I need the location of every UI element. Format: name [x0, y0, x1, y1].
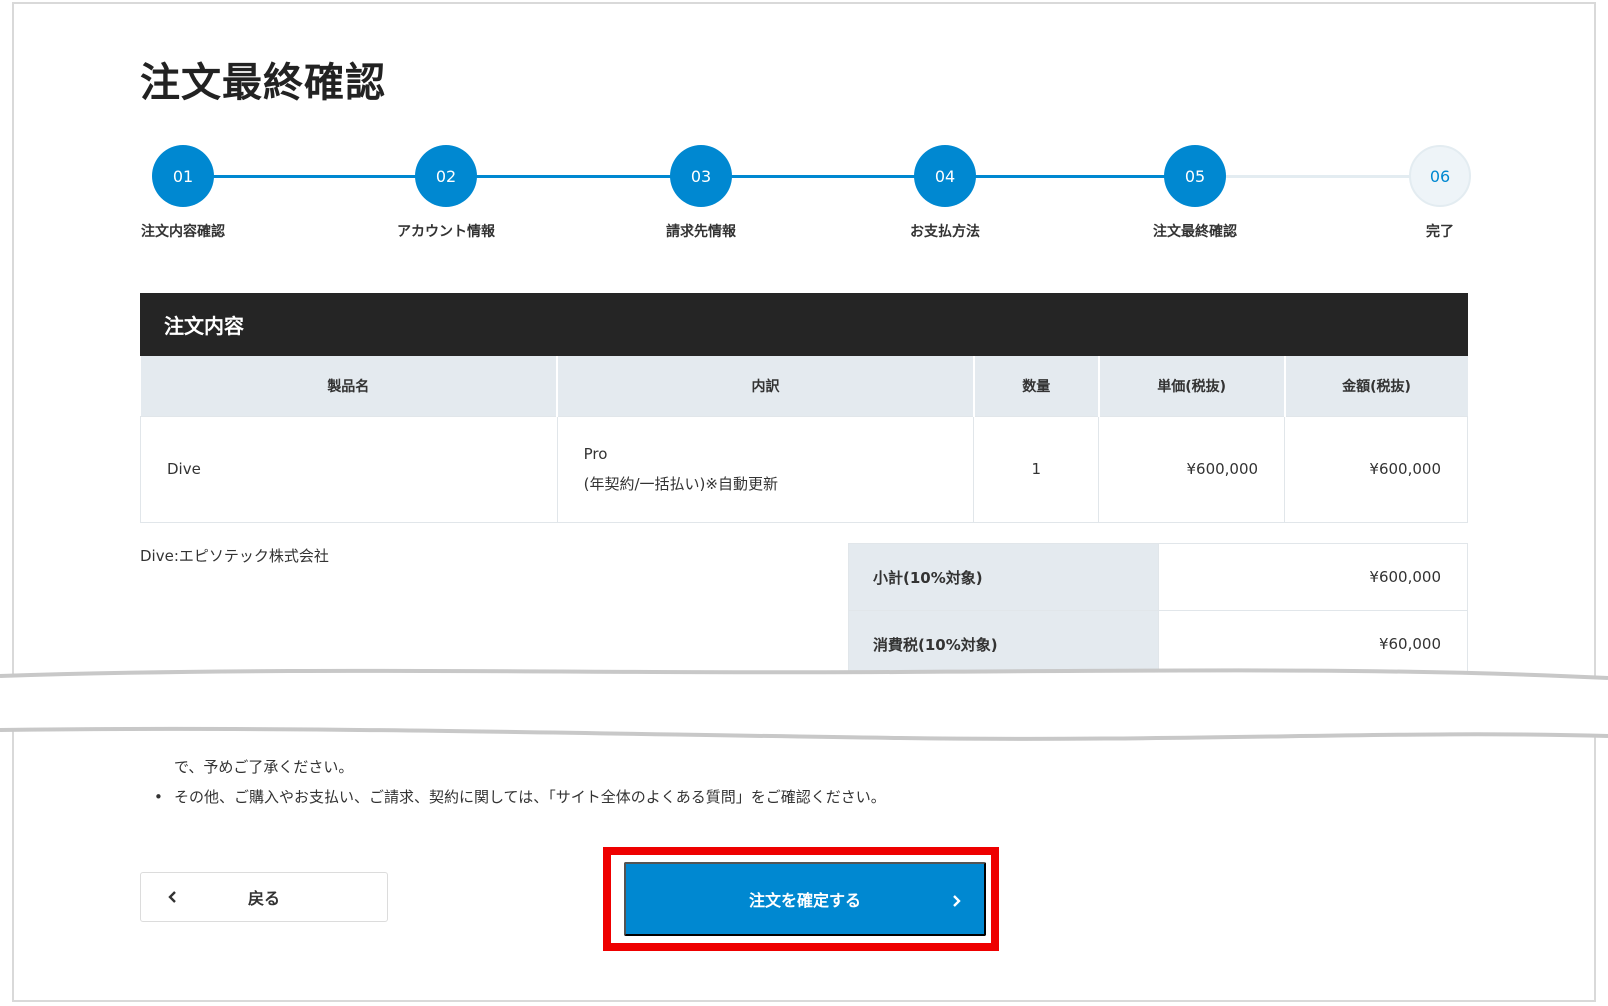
col-qty: 数量 — [972, 356, 1099, 416]
step-number: 01 — [152, 145, 214, 207]
step-number: 03 — [670, 145, 732, 207]
cell-amount: ¥600,000 — [1284, 415, 1468, 523]
order-table: 製品名 内訳 数量 単価(税抜) 金額(税抜) Dive Pro (年契約/一括… — [140, 356, 1468, 523]
detail-terms: (年契約/一括払い)※自動更新 — [583, 475, 778, 493]
chevron-right-icon — [953, 895, 961, 907]
note-1-continuation: で、予めご了承ください。 — [174, 758, 354, 776]
confirm-button-label: 注文を確定する — [748, 893, 861, 910]
step-number: 05 — [1164, 145, 1226, 207]
col-amount: 金額(税抜) — [1283, 356, 1468, 416]
step-label: お支払方法 — [910, 224, 980, 240]
table-row: Dive Pro (年契約/一括払い)※自動更新 1 ¥600,000 ¥600… — [140, 415, 1468, 523]
back-button[interactable]: 戻る — [140, 872, 388, 922]
col-product: 製品名 — [140, 356, 558, 416]
col-detail: 内訳 — [556, 356, 974, 416]
step-number: 02 — [415, 145, 477, 207]
step-label: 完了 — [1426, 224, 1454, 240]
table-header-row: 製品名 内訳 数量 単価(税抜) 金額(税抜) — [140, 356, 1468, 416]
note-2: その他、ご購入やお支払い、ご請求、契約に関しては、「サイト全体のよくある質問」を… — [150, 782, 886, 812]
step-4: 04 お支払方法 — [845, 145, 1045, 241]
cell-detail: Pro (年契約/一括払い)※自動更新 — [556, 415, 975, 523]
notes-list: で、予めご了承ください。 その他、ご購入やお支払い、ご請求、契約に関しては、「サ… — [150, 752, 886, 812]
summary-row-subtotal: 小計(10%対象) ¥600,000 — [848, 543, 1468, 611]
summary-value: ¥600,000 — [1158, 543, 1468, 611]
step-label: 注文最終確認 — [1153, 224, 1237, 240]
step-label: 注文内容確認 — [141, 224, 225, 240]
order-section-header: 注文内容 — [140, 293, 1468, 356]
cell-unit-price: ¥600,000 — [1098, 415, 1286, 523]
step-3: 03 請求先情報 — [601, 145, 801, 241]
step-number: 04 — [914, 145, 976, 207]
col-unit-price: 単価(税抜) — [1097, 356, 1285, 416]
confirm-order-button[interactable]: 注文を確定する — [624, 862, 986, 936]
step-6: 06 完了 — [1340, 145, 1540, 241]
summary-table: 小計(10%対象) ¥600,000 消費税(10%対象) ¥60,000 — [848, 543, 1468, 678]
step-label: アカウント情報 — [397, 224, 495, 240]
detail-plan: Pro — [583, 445, 608, 463]
progress-stepper: 01 注文内容確認 02 アカウント情報 03 請求先情報 04 お支払方法 0… — [0, 0, 1608, 260]
cell-product: Dive — [140, 415, 558, 523]
step-number: 06 — [1409, 145, 1471, 207]
cell-qty: 1 — [973, 415, 1100, 523]
torn-page-break — [0, 668, 1608, 741]
step-5: 05 注文最終確認 — [1095, 145, 1295, 241]
vendor-note: Dive:エピソテック株式会社 — [140, 547, 329, 565]
step-2: 02 アカウント情報 — [346, 145, 546, 241]
step-label: 請求先情報 — [666, 224, 736, 240]
chevron-left-icon — [168, 891, 176, 903]
summary-label: 小計(10%対象) — [848, 543, 1159, 611]
step-1: 01 注文内容確認 — [83, 145, 283, 241]
